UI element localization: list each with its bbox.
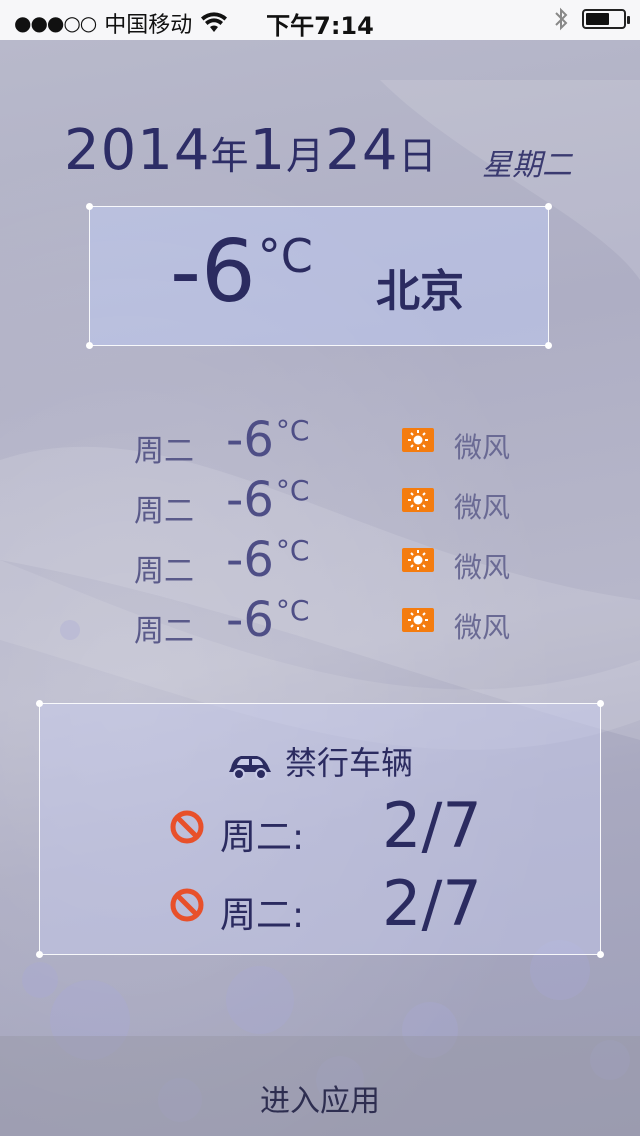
forecast-temp-unit: °C [275, 414, 310, 447]
traffic-restriction-card: 禁行车辆 周二: 2/7 周二: 2/7 [36, 700, 604, 958]
status-bar: ●●●○○ 中国移动 下午7:14 [0, 0, 640, 40]
restriction-title: 禁行车辆 [40, 738, 600, 784]
forecast-day: 周二 [134, 494, 194, 529]
date-month-unit: 月 [286, 134, 326, 178]
corner-dot [597, 951, 604, 958]
current-temp-value: -6 [170, 222, 256, 322]
forecast-temp: -6°C [226, 472, 309, 530]
forecast-wind: 微风 [454, 431, 511, 464]
forecast-temp-unit: °C [275, 534, 310, 567]
forecast-temp-value: -6 [226, 412, 274, 468]
restriction-day: 周二: [220, 817, 305, 858]
date-month: 1 [249, 118, 287, 183]
forecast-temp-value: -6 [226, 592, 274, 648]
car-icon [228, 756, 271, 780]
city-name: 北京 [376, 266, 464, 317]
forecast-day: 周二 [134, 434, 194, 469]
forecast-temp-value: -6 [226, 472, 274, 528]
forecast-wind: 微风 [454, 491, 511, 524]
corner-dot [86, 342, 93, 349]
corner-dot [545, 342, 552, 349]
enter-app-button[interactable]: 进入应用 [0, 1076, 640, 1120]
forecast-temp: -6°C [226, 532, 309, 590]
bluetooth-icon [555, 7, 568, 31]
status-time: 下午7:14 [266, 12, 374, 40]
sun-icon [402, 608, 434, 632]
current-temp-unit: °C [257, 229, 313, 283]
restriction-numbers: 2/7 [382, 789, 482, 862]
forecast-day: 周二 [134, 554, 194, 589]
date-day-unit: 日 [398, 134, 438, 178]
forecast-row: 周二 -6°C 微风 [0, 412, 640, 472]
restriction-title-text: 禁行车辆 [284, 744, 413, 782]
corner-dot [86, 203, 93, 210]
battery-icon [582, 9, 630, 29]
forecast-row: 周二 -6°C 微风 [0, 472, 640, 532]
current-temperature: -6°C [170, 229, 313, 315]
date-year: 2014 [64, 118, 211, 183]
corner-dot [36, 951, 43, 958]
date-header: 2014年1月24日 星期二 [64, 118, 604, 188]
sun-icon [402, 548, 434, 572]
forecast-day: 周二 [134, 614, 194, 649]
sun-icon [402, 428, 434, 452]
forecast-row: 周二 -6°C 微风 [0, 532, 640, 592]
no-entry-icon [170, 810, 204, 844]
restriction-row: 周二: 2/7 [40, 789, 600, 862]
restriction-day: 周二: [220, 895, 305, 936]
current-weather-card: -6°C 北京 [86, 203, 552, 349]
restriction-numbers: 2/7 [382, 867, 482, 940]
sun-icon [402, 488, 434, 512]
forecast-temp-unit: °C [275, 594, 310, 627]
corner-dot [545, 203, 552, 210]
forecast-temp-unit: °C [275, 474, 310, 507]
date-year-unit: 年 [210, 134, 250, 178]
forecast-temp: -6°C [226, 412, 309, 470]
forecast-row: 周二 -6°C 微风 [0, 592, 640, 652]
corner-dot [36, 700, 43, 707]
forecast-wind: 微风 [454, 611, 511, 644]
restriction-row: 周二: 2/7 [40, 867, 600, 940]
date-day: 24 [325, 118, 399, 183]
forecast-wind: 微风 [454, 551, 511, 584]
weekday-label: 星期二 [482, 148, 572, 183]
corner-dot [597, 700, 604, 707]
forecast-temp-value: -6 [226, 532, 274, 588]
no-entry-icon [170, 888, 204, 922]
date-display: 2014年1月24日 [64, 118, 437, 183]
forecast-temp: -6°C [226, 592, 309, 650]
bottom-bar[interactable]: 进入应用 [0, 1036, 640, 1136]
